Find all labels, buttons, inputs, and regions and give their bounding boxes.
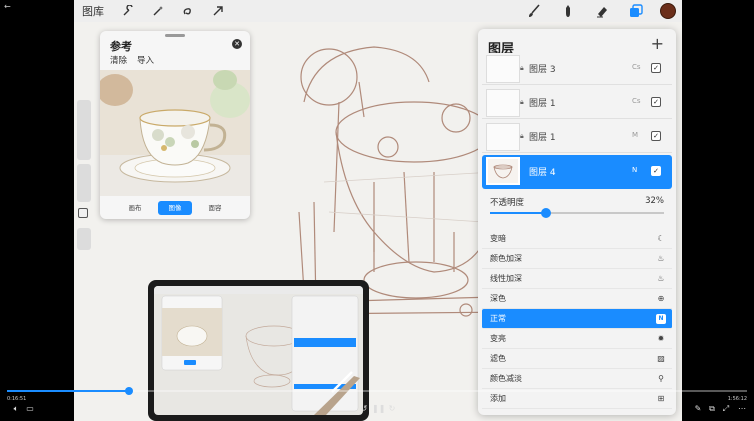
lock-icon: 🔒︎	[520, 64, 524, 72]
wrench-icon[interactable]	[118, 1, 138, 21]
total-time: 1:56:12	[727, 396, 747, 402]
layer-row[interactable]: 🔒︎ 图层 3 Cs ✓	[482, 53, 672, 85]
visibility-checkbox[interactable]: ✓	[651, 63, 661, 73]
blend-mode-badge[interactable]: N	[632, 166, 637, 174]
blend-mode-label: 正常	[490, 314, 506, 323]
n-badge-icon: N	[656, 314, 666, 324]
blend-mode-item[interactable]: 深色 ⊕	[482, 289, 672, 309]
clear-button[interactable]: 清除	[110, 54, 127, 66]
opacity-knob[interactable]	[540, 208, 551, 218]
blend-mode-label: 颜色减淡	[490, 374, 522, 383]
tab-face[interactable]: 面容	[198, 201, 232, 215]
blend-mode-label: 变亮	[490, 334, 506, 343]
ipad-screen: 图库 参考 ✕ 清除 导入 画布 图像 面容 图层 + 🔒︎ 图层 3 Cs ✓…	[74, 0, 682, 421]
blend-mode-badge[interactable]: M	[632, 131, 638, 139]
rewind-icon[interactable]: ↺	[358, 403, 370, 415]
close-icon[interactable]: ✕	[232, 39, 242, 49]
transform-arrow-icon[interactable]	[208, 1, 228, 21]
magic-wand-icon[interactable]	[148, 1, 168, 21]
more-icon[interactable]: ⋯	[736, 403, 748, 415]
smudge-icon[interactable]	[558, 1, 578, 21]
blend-mode-badge[interactable]: Cs	[632, 63, 641, 71]
moon-icon: ☾	[657, 234, 665, 243]
layer-name: 图层 3	[529, 65, 556, 75]
teacup-reference-photo	[100, 70, 250, 196]
layer-thumbnail	[486, 55, 520, 83]
plus-circle-icon: ⊕	[657, 294, 665, 303]
import-button[interactable]: 导入	[137, 54, 154, 66]
layer-name: 图层 1	[529, 133, 556, 143]
layers-panel: 图层 + 🔒︎ 图层 3 Cs ✓ 🔒︎ 图层 1 Cs ✓ 🔒︎ 图层 1 M…	[478, 29, 676, 415]
volume-icon[interactable]: 🔈︎	[10, 403, 22, 415]
gallery-button[interactable]: 图库	[82, 3, 104, 19]
subtitles-icon[interactable]: ▭	[24, 403, 36, 415]
opacity-slider[interactable]	[490, 208, 664, 218]
layer-thumbnail	[486, 89, 520, 117]
progress-knob[interactable]	[125, 387, 134, 395]
blend-mode-item[interactable]: 滤色 ▨	[482, 349, 672, 369]
back-arrow-icon[interactable]: ←	[4, 2, 11, 11]
reference-panel: 参考 ✕ 清除 导入 画布 图像 面容	[100, 31, 250, 219]
top-toolbar: 图库	[74, 0, 682, 22]
eraser-icon[interactable]	[592, 1, 612, 21]
blend-mode-item[interactable]: 变暗 ☾	[482, 229, 672, 249]
visibility-checkbox[interactable]: ✓	[651, 166, 661, 176]
layer-thumbnail	[486, 157, 520, 185]
blend-mode-list: 变暗 ☾ 颜色加深 ♨ 线性加深 ♨ 深色 ⊕ 正常 N 变亮 ✹ 滤色 ▨ 颜色减淡 ⚲ 添加 ⊞	[478, 229, 676, 409]
opacity-slider[interactable]	[77, 164, 91, 202]
add-layer-button[interactable]: +	[651, 36, 664, 52]
undo-area[interactable]	[77, 228, 91, 250]
blend-mode-label: 深色	[490, 294, 506, 303]
flame-icon: ♨	[657, 254, 665, 263]
progress-fill	[7, 390, 130, 392]
blend-mode-badge[interactable]: Cs	[632, 97, 641, 105]
blend-mode-label: 线性加深	[490, 274, 522, 283]
fullscreen-icon[interactable]: ⤢	[720, 403, 732, 415]
panel-grip[interactable]	[165, 34, 185, 37]
blend-mode-label: 变暗	[490, 234, 506, 243]
pip-icon[interactable]: ⧉	[706, 403, 718, 415]
layer-row[interactable]: 🔒︎ 图层 1 M ✓	[482, 121, 672, 153]
layer-name: 图层 4	[529, 168, 556, 178]
blend-mode-item[interactable]: 正常 N	[482, 309, 672, 329]
opacity-label: 不透明度	[490, 198, 525, 208]
tab-canvas[interactable]: 画布	[118, 201, 152, 215]
blend-mode-item[interactable]: 线性加深 ♨	[482, 269, 672, 289]
forward-icon[interactable]: ↻	[386, 403, 398, 415]
layer-row-active[interactable]: 图层 4 N ✓	[482, 155, 672, 189]
brush-size-slider[interactable]	[77, 100, 91, 160]
opacity-value: 32%	[645, 196, 664, 206]
visibility-checkbox[interactable]: ✓	[651, 97, 661, 107]
sun-icon: ✹	[657, 334, 665, 343]
pause-icon[interactable]: ❚❚	[372, 403, 385, 415]
visibility-checkbox[interactable]: ✓	[651, 131, 661, 141]
current-time: 0:16:51	[7, 396, 27, 402]
layer-thumbnail	[486, 123, 520, 151]
stripes-icon: ▨	[657, 354, 665, 363]
brush-icon[interactable]	[524, 1, 544, 21]
flame-outline-icon: ♨	[657, 274, 665, 283]
side-sliders	[74, 100, 94, 250]
color-swatch[interactable]	[660, 3, 676, 19]
blend-mode-item[interactable]: 颜色加深 ♨	[482, 249, 672, 269]
edit-icon[interactable]: ✎	[692, 403, 704, 415]
progress-bar[interactable]	[7, 387, 747, 395]
blend-mode-label: 颜色加深	[490, 254, 522, 263]
lock-icon: 🔒︎	[520, 98, 524, 106]
lock-icon: 🔒︎	[520, 132, 524, 140]
dodge-icon: ⚲	[658, 374, 664, 383]
blend-mode-item[interactable]: 变亮 ✹	[482, 329, 672, 349]
layer-row[interactable]: 🔒︎ 图层 1 Cs ✓	[482, 87, 672, 119]
reference-title: 参考	[110, 40, 132, 53]
modify-button[interactable]	[78, 208, 88, 218]
tab-image[interactable]: 图像	[158, 201, 192, 215]
selection-icon[interactable]	[178, 1, 198, 21]
layers-icon[interactable]	[626, 1, 646, 21]
blend-mode-label: 滤色	[490, 354, 506, 363]
video-player-controls: 0:16:51 1:56:12 🔈︎ ▭ ↺ ❚❚ ↻ ✎ ⧉ ⤢ ⋯	[0, 386, 754, 421]
layer-name: 图层 1	[529, 99, 556, 109]
opacity-fill	[490, 212, 546, 214]
